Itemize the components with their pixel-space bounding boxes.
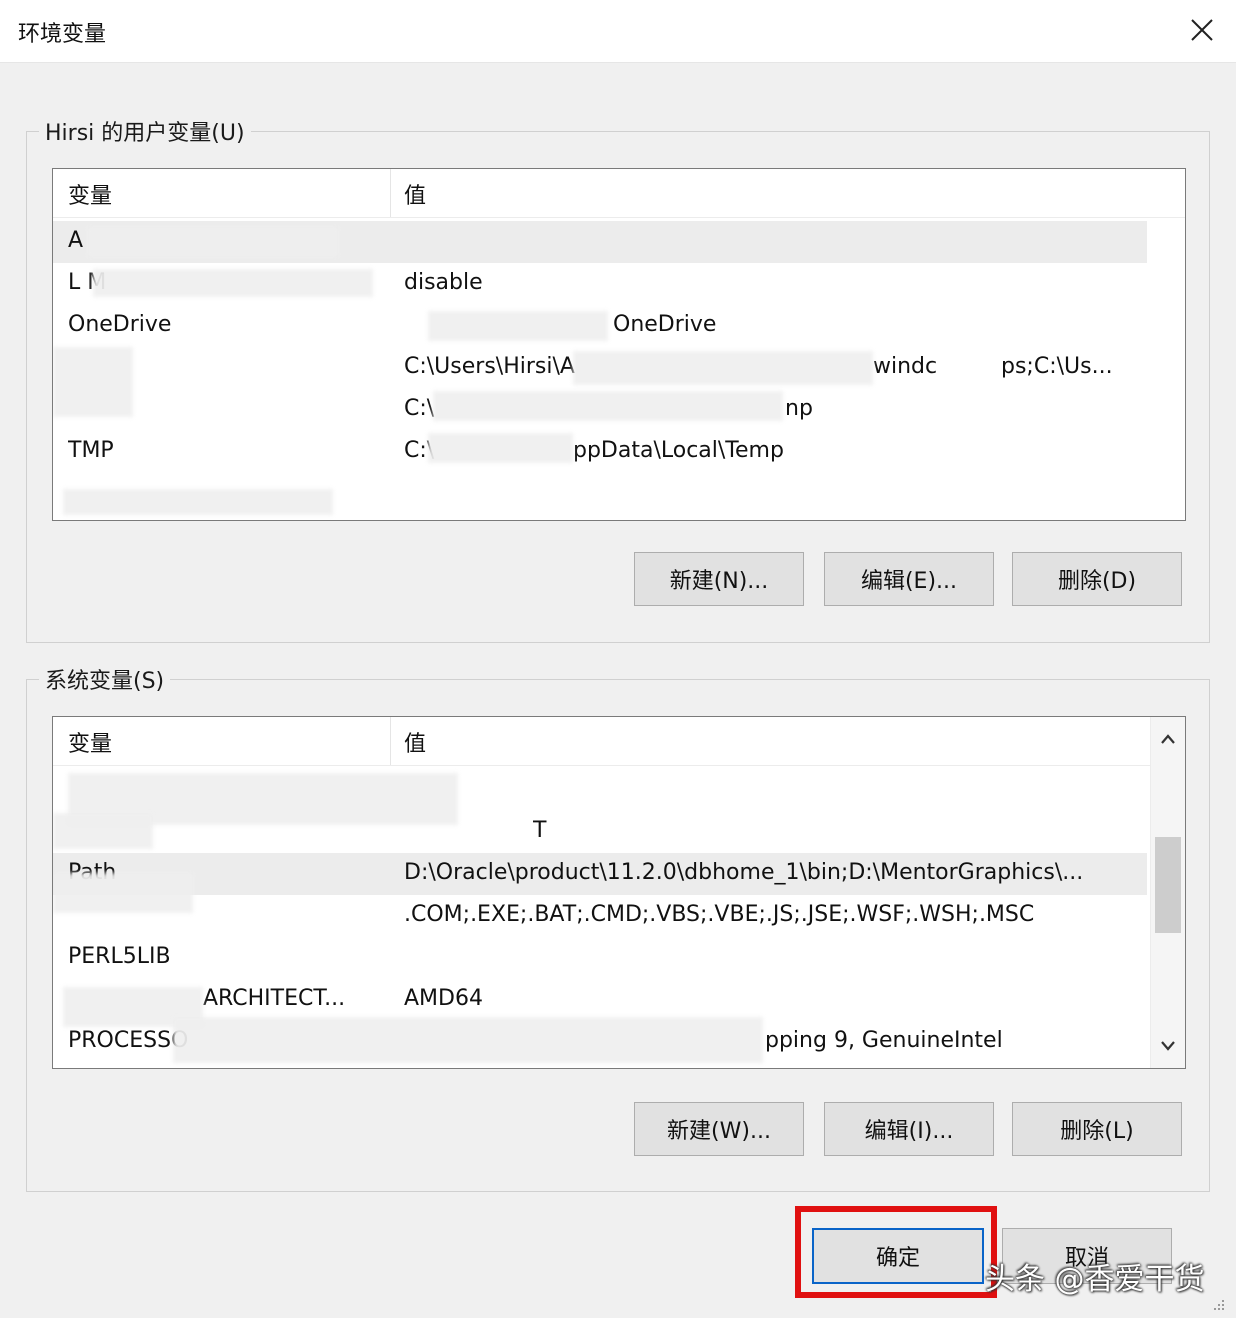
redaction-smudge bbox=[173, 1017, 763, 1063]
var-value: pping 9, GenuineIntel bbox=[765, 1028, 1003, 1053]
new-user-var-button[interactable]: 新建(N)... bbox=[634, 552, 804, 606]
var-value: D:\Oracle\product\11.2.0\dbhome_1\bin;D:… bbox=[404, 860, 1084, 885]
delete-system-var-button[interactable]: 删除(L) bbox=[1012, 1102, 1182, 1156]
redaction-smudge bbox=[53, 873, 193, 913]
var-name: ARCHITECT... bbox=[203, 986, 346, 1011]
new-system-var-button[interactable]: 新建(W)... bbox=[634, 1102, 804, 1156]
window-title: 环境变量 bbox=[18, 22, 107, 47]
resize-grip-icon[interactable] bbox=[1212, 1298, 1226, 1312]
edit-system-var-button[interactable]: 编辑(I)... bbox=[824, 1102, 994, 1156]
var-name: OneDrive bbox=[68, 312, 172, 337]
var-value-tail: ppData\Local\Temp bbox=[573, 438, 784, 463]
highlight-annotation bbox=[795, 1206, 997, 1298]
user-vars-list[interactable]: 变量 值 A L M disable OneDrive OneDrive C:\… bbox=[52, 168, 1186, 521]
redaction-smudge bbox=[573, 351, 873, 385]
column-header-value[interactable]: 值 bbox=[404, 178, 426, 210]
column-header-value[interactable]: 值 bbox=[404, 726, 426, 758]
scrollbar-thumb[interactable] bbox=[1155, 837, 1181, 933]
redaction-smudge bbox=[433, 391, 783, 421]
list-header: 变量 值 bbox=[53, 717, 1185, 766]
scrollbar[interactable] bbox=[1150, 717, 1185, 1068]
table-row[interactable]: .COM;.EXE;.BAT;.CMD;.VBS;.VBE;.JS;.JSE;.… bbox=[53, 895, 1147, 937]
system-vars-group-label: 系统变量(S) bbox=[39, 663, 171, 695]
var-value-tail: ps;C:\Us... bbox=[1001, 354, 1113, 379]
delete-user-var-button[interactable]: 删除(D) bbox=[1012, 552, 1182, 606]
close-icon bbox=[1191, 19, 1213, 41]
system-vars-list[interactable]: 变量 值 T Path D:\Oracle\product\11.2.0\dbh… bbox=[52, 716, 1186, 1069]
title-bar: 环境变量 bbox=[0, 0, 1236, 63]
var-value: .COM;.EXE;.BAT;.CMD;.VBS;.VBE;.JS;.JSE;.… bbox=[404, 902, 1035, 927]
table-row[interactable]: TMP C:\ ppData\Local\Temp bbox=[53, 431, 1147, 473]
column-header-name[interactable]: 变量 bbox=[68, 726, 112, 758]
redaction-smudge bbox=[53, 347, 133, 417]
var-value: disable bbox=[404, 270, 483, 295]
var-value-tail: windc bbox=[873, 354, 938, 379]
redaction-smudge bbox=[53, 813, 153, 849]
redaction-smudge bbox=[63, 489, 333, 515]
var-value: T bbox=[533, 818, 547, 843]
var-value-tail: np bbox=[785, 396, 813, 421]
close-button[interactable] bbox=[1182, 10, 1222, 50]
var-name: TMP bbox=[68, 438, 114, 463]
redaction-smudge bbox=[88, 227, 338, 257]
edit-user-var-button[interactable]: 编辑(E)... bbox=[824, 552, 994, 606]
var-name: PERL5LIB bbox=[68, 944, 171, 969]
user-vars-group-label: Hirsi 的用户变量(U) bbox=[39, 115, 251, 147]
chevron-up-icon bbox=[1161, 734, 1175, 744]
column-divider bbox=[390, 169, 391, 217]
scroll-down-button[interactable] bbox=[1151, 1026, 1185, 1066]
scroll-up-button[interactable] bbox=[1151, 719, 1185, 759]
list-header: 变量 值 bbox=[53, 169, 1185, 218]
redaction-smudge bbox=[428, 311, 608, 341]
redaction-smudge bbox=[428, 433, 573, 463]
table-row[interactable]: Path D:\Oracle\product\11.2.0\dbhome_1\b… bbox=[53, 853, 1147, 895]
column-divider bbox=[390, 717, 391, 765]
column-header-name[interactable]: 变量 bbox=[68, 178, 112, 210]
var-value: OneDrive bbox=[613, 312, 717, 337]
table-row[interactable]: PERL5LIB bbox=[53, 937, 1147, 979]
table-row[interactable]: ARCHITECT... AMD64 bbox=[53, 979, 1147, 1021]
chevron-down-icon bbox=[1161, 1041, 1175, 1051]
redaction-smudge bbox=[93, 269, 373, 297]
var-value: AMD64 bbox=[404, 986, 483, 1011]
watermark: 头条 @香爱干货 bbox=[985, 1262, 1205, 1297]
